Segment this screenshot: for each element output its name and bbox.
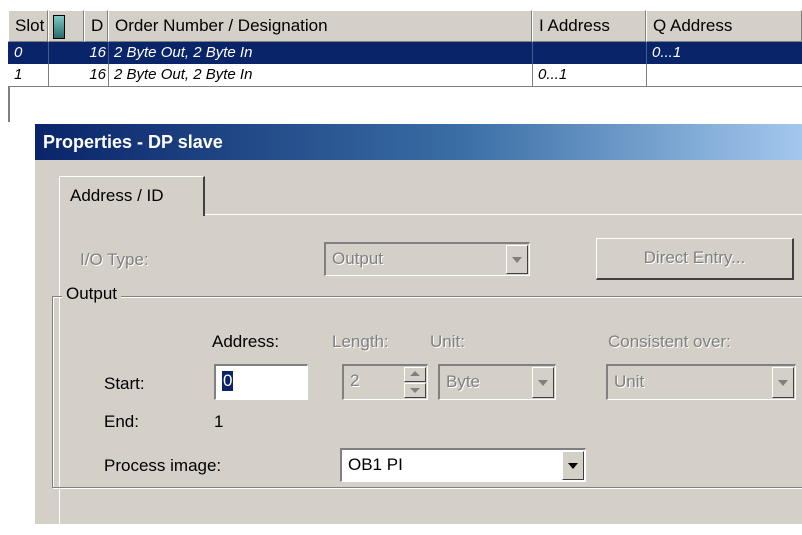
col-header-d[interactable]: D <box>84 10 108 42</box>
col-header-icon[interactable] <box>48 10 84 42</box>
process-image-label: Process image: <box>104 456 222 475</box>
col-header-designation[interactable]: Order Number / Designation <box>108 10 532 42</box>
unit-value: Byte <box>446 372 481 391</box>
length-value: 2 <box>350 371 360 390</box>
col-header-slot-label: Slot <box>15 16 45 35</box>
length-header: Length: <box>332 332 389 351</box>
io-type-label: I/O Type: <box>80 250 149 269</box>
start-label: Start: <box>104 374 145 393</box>
io-type-dropdown[interactable]: Output <box>324 242 530 276</box>
output-group-label: Output <box>62 284 122 304</box>
direct-entry-label: Direct Entry... <box>643 248 746 267</box>
col-header-q-address-label: Q Address <box>653 16 733 35</box>
io-type-dropdown-button[interactable] <box>506 245 528 274</box>
chevron-up-icon <box>410 371 420 376</box>
start-address-input[interactable]: 0 <box>214 364 308 400</box>
unit-dropdown[interactable]: Byte <box>438 364 556 400</box>
col-header-d-label: D <box>91 16 104 35</box>
chevron-down-icon <box>512 256 522 263</box>
tab-address-id[interactable]: Address / ID <box>59 176 205 216</box>
table-left-border <box>8 86 10 122</box>
end-label: End: <box>104 412 139 431</box>
module-table: Slot D Order Number / Designation I Addr… <box>0 0 802 122</box>
length-down-button[interactable] <box>404 383 426 398</box>
chevron-down-icon <box>410 388 420 393</box>
start-address-value: 0 <box>222 371 234 391</box>
length-up-button[interactable] <box>404 367 426 382</box>
i-address-cell <box>532 42 646 64</box>
designation-cell: 2 Byte Out, 2 Byte In <box>114 66 253 83</box>
tab-address-id-label: Address / ID <box>70 186 164 205</box>
q-address-cell <box>646 64 802 86</box>
consistent-header: Consistent over: <box>608 332 731 351</box>
chevron-down-icon <box>778 379 788 386</box>
consistent-over-dropdown-button[interactable] <box>772 367 794 398</box>
i-address-cell: 0...1 <box>538 66 568 83</box>
col-header-i-address-label: I Address <box>539 16 610 35</box>
length-stepper[interactable]: 2 <box>342 364 428 400</box>
address-header: Address: <box>212 332 280 351</box>
d-cell: 16 <box>89 66 106 83</box>
direct-entry-button[interactable]: Direct Entry... <box>596 238 794 280</box>
designation-cell: 2 Byte Out, 2 Byte In <box>114 44 253 61</box>
dialog-title: Properties - DP slave <box>43 132 223 152</box>
d-cell: 16 <box>89 44 106 61</box>
process-image-dropdown-button[interactable] <box>562 451 584 480</box>
module-icon <box>53 15 65 39</box>
q-address-cell: 0...1 <box>652 44 682 61</box>
end-value: 1 <box>214 412 224 431</box>
slot-cell: 1 <box>14 66 23 83</box>
chevron-down-icon <box>568 462 578 469</box>
col-header-i-address[interactable]: I Address <box>532 10 646 42</box>
consistent-over-dropdown[interactable]: Unit <box>606 364 796 400</box>
process-image-dropdown[interactable]: OB1 PI <box>340 448 586 482</box>
col-header-slot[interactable]: Slot <box>8 10 48 42</box>
slot-cell: 0 <box>14 44 23 61</box>
io-type-value: Output <box>332 249 384 268</box>
table-row[interactable]: 1 16 2 Byte Out, 2 Byte In 0...1 <box>8 64 802 87</box>
unit-dropdown-button[interactable] <box>532 367 554 398</box>
table-row[interactable]: 0 16 2 Byte Out, 2 Byte In 0...1 <box>8 42 802 64</box>
process-image-value: OB1 PI <box>348 455 403 474</box>
dialog-title-bar[interactable]: Properties - DP slave <box>35 124 802 160</box>
consistent-over-value: Unit <box>614 372 645 391</box>
unit-header: Unit: <box>430 332 465 351</box>
chevron-down-icon <box>538 379 548 386</box>
col-header-designation-label: Order Number / Designation <box>115 16 328 35</box>
col-header-q-address[interactable]: Q Address <box>646 10 802 42</box>
